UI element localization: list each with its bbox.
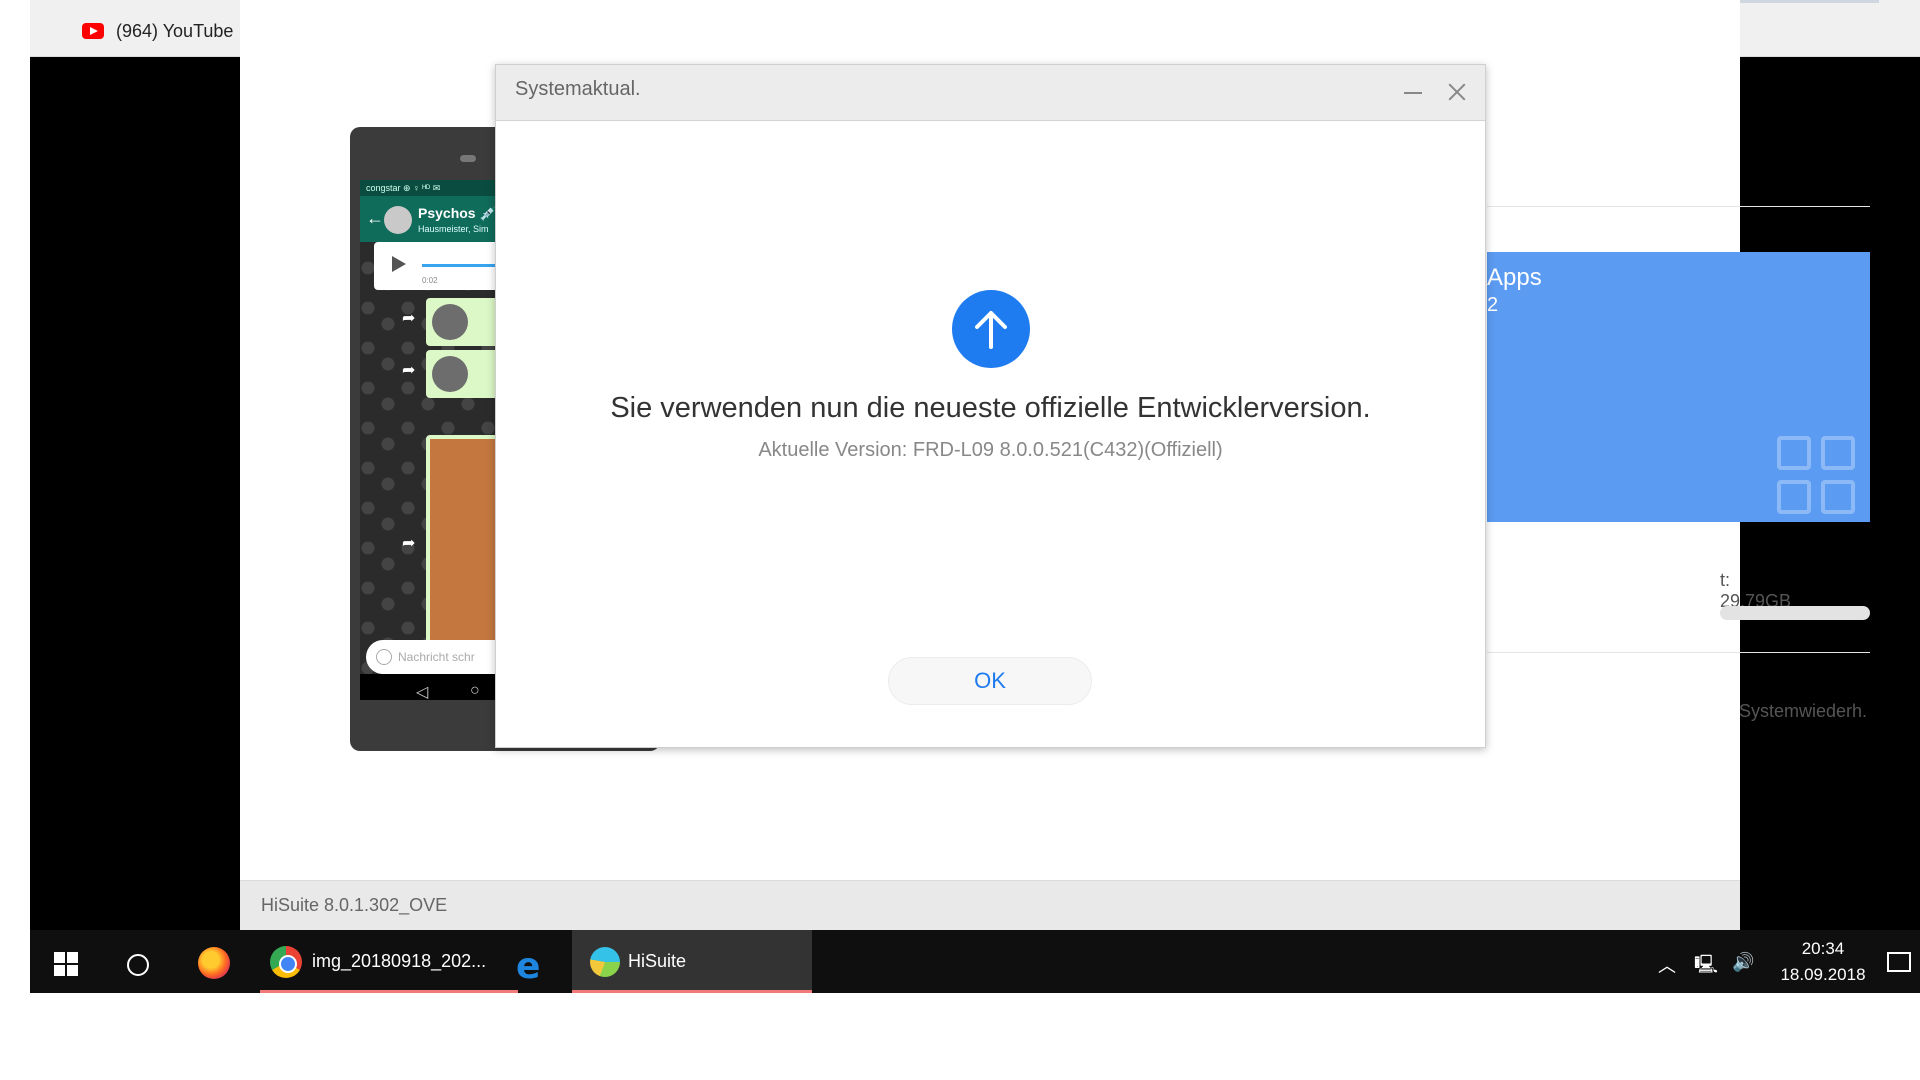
- taskbar-hisuite-window[interactable]: HiSuite: [572, 930, 812, 993]
- system-update-dialog: Systemaktual. Sie verwenden nun die neue…: [495, 64, 1486, 748]
- apps-grid-cell: [1777, 480, 1811, 514]
- network-icon[interactable]: 🖳: [1694, 952, 1718, 982]
- nav-home-icon: ○: [470, 682, 480, 699]
- play-icon: [392, 256, 406, 272]
- taskbar-clock[interactable]: 20:34 18.09.2018: [1768, 936, 1878, 988]
- clock-time: 20:34: [1801, 939, 1845, 958]
- apps-grid-cell: [1821, 436, 1855, 470]
- apps-grid-cell: [1777, 436, 1811, 470]
- back-arrow-icon: ←: [366, 208, 384, 228]
- windows-taskbar: img_20180918_202... e HiSuite ︿ 🖳 🔊 20:3…: [30, 930, 1920, 993]
- apps-grid-cell: [1821, 480, 1855, 514]
- screen: (964) YouTube congstar ⊕ ♀ ᴴᴰ ✉ ← Psycho…: [0, 0, 1920, 1080]
- youtube-tab-title: (964) YouTube: [116, 20, 234, 41]
- dialog-headline: Sie verwenden nun die neueste offizielle…: [610, 392, 1371, 424]
- chat-name: Psychos 💉: [418, 205, 497, 221]
- forward-icon: ➦: [402, 535, 416, 552]
- dialog-title-bar: Systemaktual.: [496, 65, 1485, 121]
- taskbar-chrome-window[interactable]: img_20180918_202...: [260, 930, 518, 993]
- forward-icon: ➦: [402, 362, 416, 379]
- active-indicator: [572, 990, 812, 993]
- divider: [1487, 206, 1870, 207]
- chat-subtitle: Hausmeister, Sim: [418, 224, 489, 234]
- edge-icon[interactable]: e: [516, 946, 540, 987]
- clock-date: 18.09.2018: [1780, 965, 1866, 984]
- taskbar-hisuite-label: HiSuite: [628, 951, 687, 971]
- hisuite-version: HiSuite 8.0.1.302_OVE: [261, 895, 448, 915]
- forward-icon: ➦: [402, 310, 416, 327]
- apps-grid-icon: [1777, 436, 1857, 516]
- system-restore-link[interactable]: Systemwiederh.: [1739, 701, 1867, 722]
- windows-start-icon[interactable]: [54, 952, 78, 976]
- image-thumb: [432, 304, 468, 340]
- chevron-up-icon[interactable]: ︿: [1658, 952, 1676, 978]
- phone-speaker: [460, 155, 476, 162]
- hisuite-footer: HiSuite 8.0.1.302_OVE: [240, 880, 1740, 930]
- smiley-icon: [376, 649, 392, 665]
- youtube-icon: [82, 23, 104, 39]
- volume-icon[interactable]: 🔊: [1732, 952, 1754, 973]
- divider: [1487, 652, 1870, 653]
- chat-avatar: [384, 206, 412, 234]
- active-indicator: [260, 990, 518, 993]
- image-thumb: [432, 356, 468, 392]
- hisuite-icon: [590, 946, 620, 977]
- chrome-icon: [270, 945, 302, 978]
- minimize-icon[interactable]: [1404, 92, 1422, 94]
- apps-tile[interactable]: Apps 2: [1487, 252, 1870, 522]
- current-version-text: Aktuelle Version: FRD-L09 8.0.0.521(C432…: [758, 439, 1223, 461]
- apps-tile-count: 2: [1487, 294, 1499, 316]
- firefox-icon[interactable]: [198, 947, 230, 979]
- voice-duration: 0:02: [422, 276, 438, 285]
- storage-bar: [1720, 606, 1870, 620]
- cortana-search-icon[interactable]: [127, 954, 149, 976]
- update-arrow-icon: [952, 290, 1030, 368]
- message-input-placeholder: Nachricht schr: [398, 650, 475, 664]
- taskbar-chrome-label: img_20180918_202...: [312, 951, 487, 971]
- notification-icon[interactable]: [1887, 952, 1911, 972]
- close-icon[interactable]: [1442, 77, 1472, 107]
- apps-tile-title: Apps: [1487, 264, 1542, 291]
- youtube-tab[interactable]: (964) YouTube: [82, 18, 233, 44]
- ok-button[interactable]: OK: [888, 657, 1092, 705]
- dialog-title: Systemaktual.: [515, 78, 641, 100]
- nav-back-icon: ◁: [416, 684, 429, 700]
